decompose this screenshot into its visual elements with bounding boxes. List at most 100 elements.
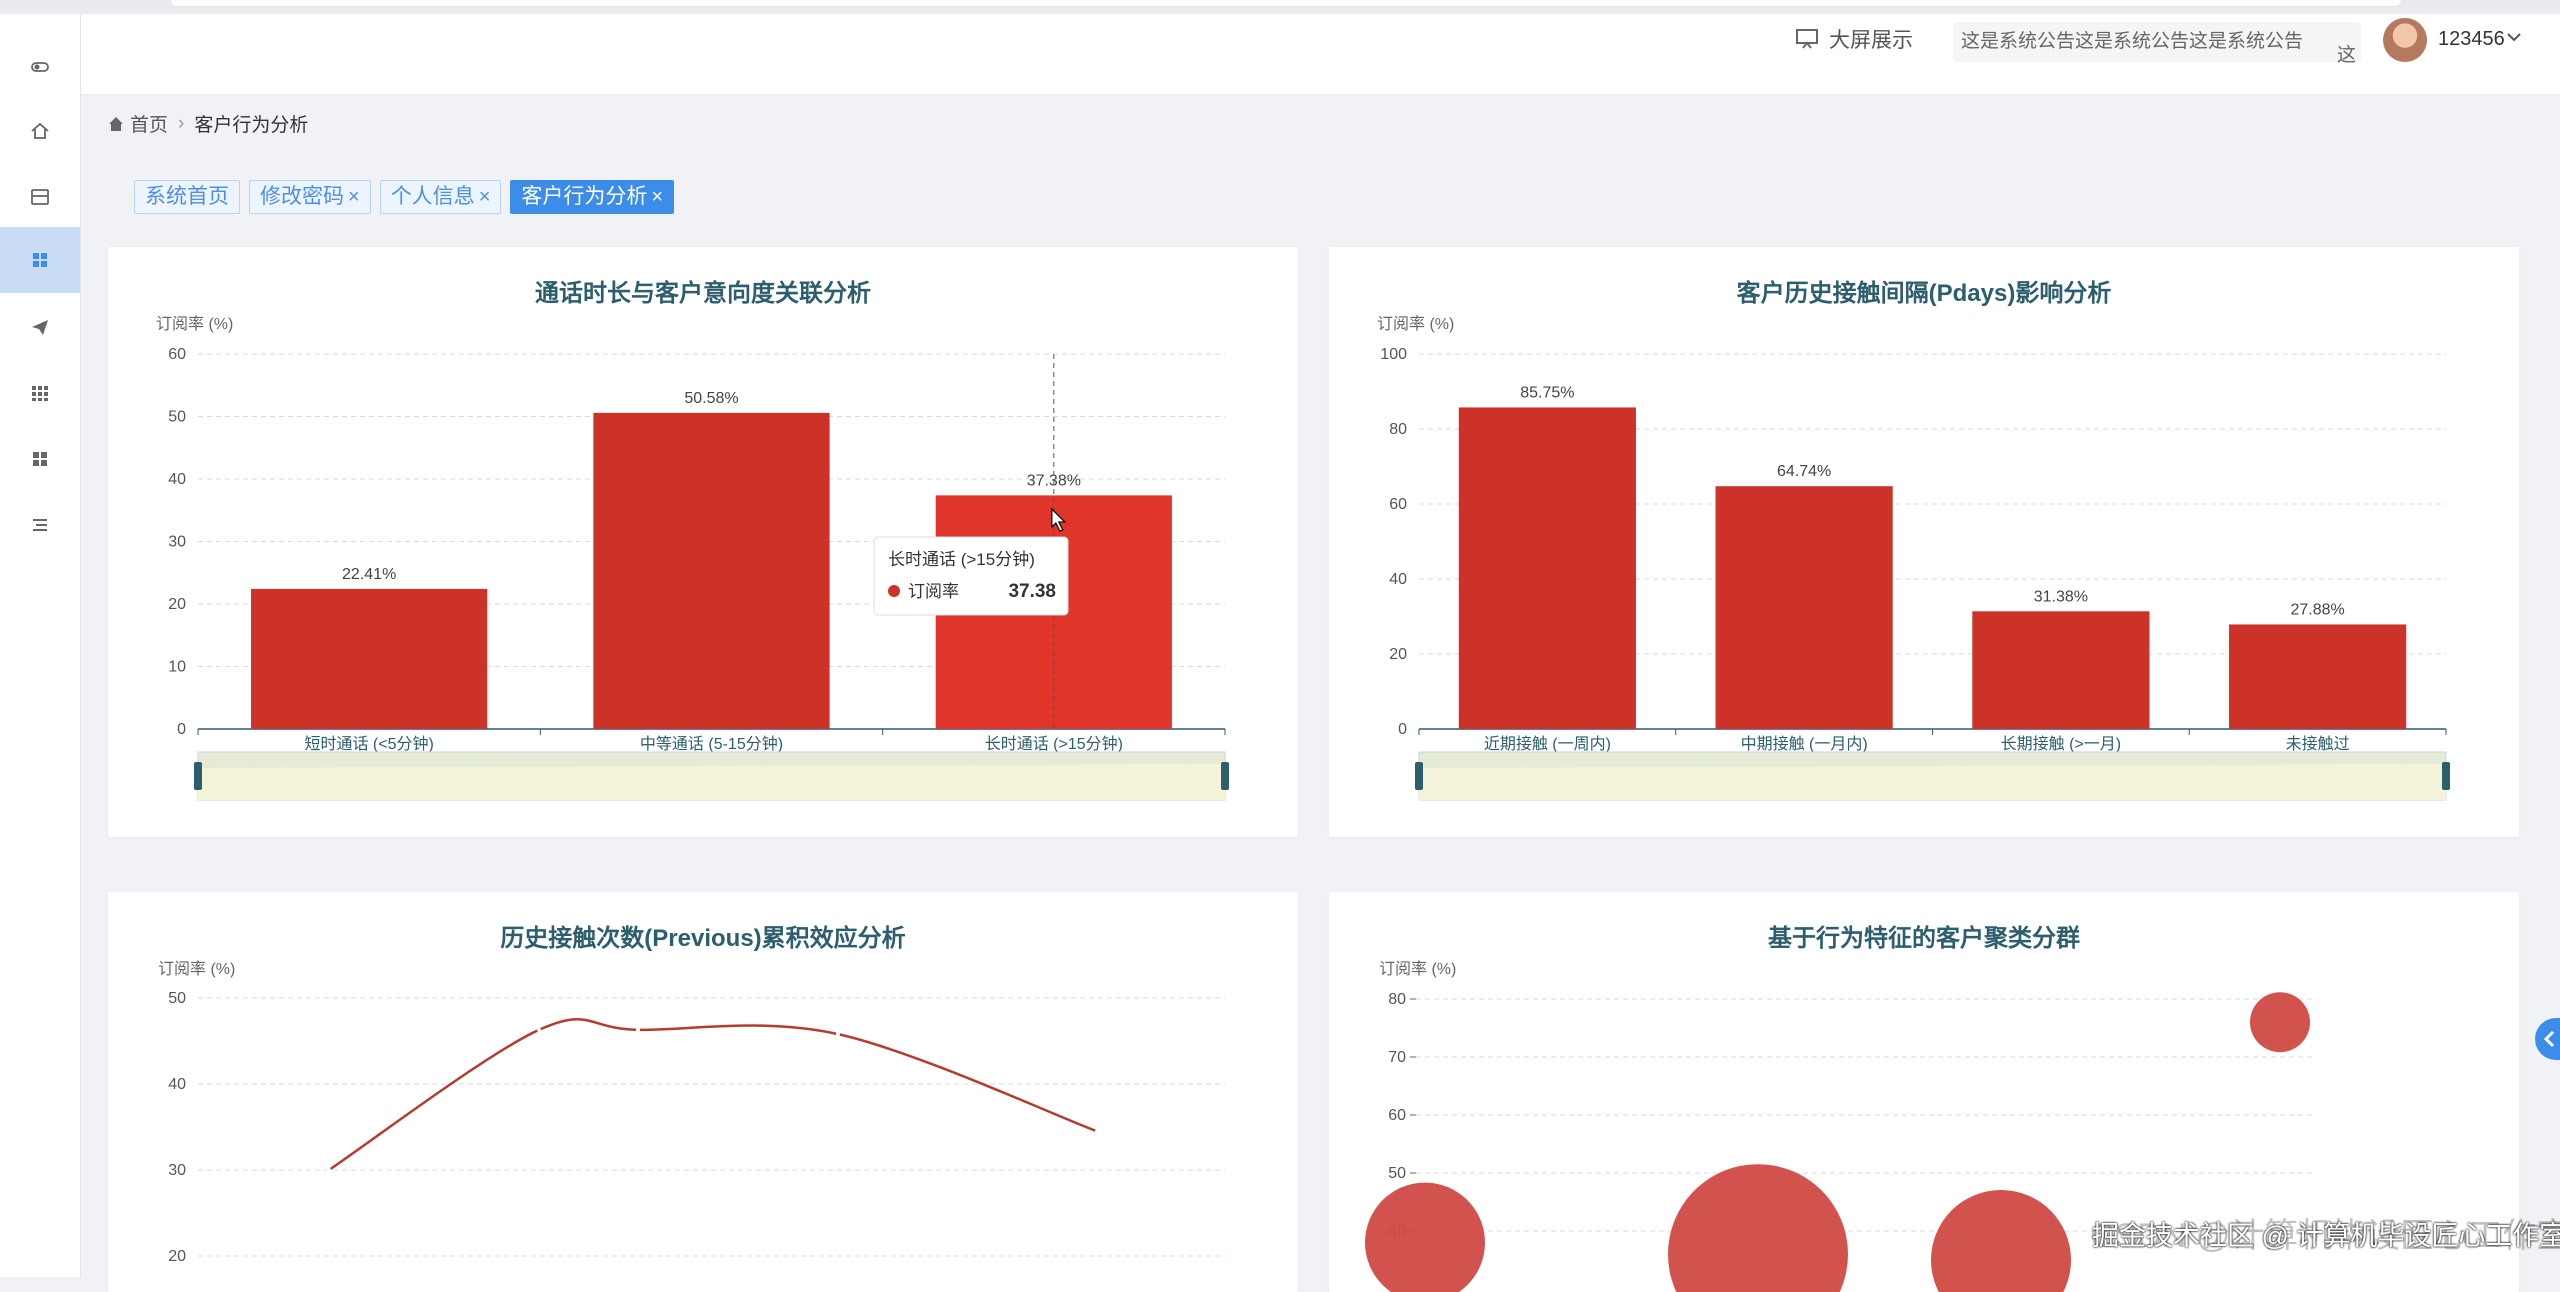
data-label: 31.38% xyxy=(2034,588,2088,605)
sidebar-item-list[interactable] xyxy=(0,492,80,558)
tab-2[interactable]: 个人信息 × xyxy=(379,180,502,214)
x-tick-label: 长期接触 (>一月) xyxy=(2001,735,2121,753)
y-tick-label: 20 xyxy=(168,1248,186,1265)
tooltip-title: 长时通话 (>15分钟) xyxy=(888,550,1035,569)
username[interactable]: 123456 xyxy=(2438,28,2505,51)
x-tick-label: 近期接触 (一周内) xyxy=(1484,735,1611,753)
watermark-secondary: 掘金技术社区 @ 计算机毕设匠心工作室 xyxy=(2092,1221,2560,1251)
previous-line-chart[interactable]: 订阅率 (%) 20 30 40 50 xyxy=(108,892,1298,1292)
y-tick-label: 70 xyxy=(1388,1049,1406,1066)
apps-icon xyxy=(33,452,47,466)
bar xyxy=(593,412,830,729)
tooltip-value: 37.38 xyxy=(1008,581,1056,602)
grid-icon xyxy=(32,386,48,401)
tooltip-marker xyxy=(888,585,900,597)
datazoom-right-handle[interactable] xyxy=(1221,762,1229,790)
x-tick-label: 中等通话 (5-15分钟) xyxy=(640,735,783,753)
sidebar-item-inbox[interactable] xyxy=(0,164,80,230)
breadcrumb-separator-icon: › xyxy=(178,112,185,134)
datazoom-preview xyxy=(198,764,1225,800)
x-tick-label: 中期接触 (一月内) xyxy=(1741,735,1868,753)
breadcrumb-current: 客户行为分析 xyxy=(194,115,309,136)
tab-1[interactable]: 修改密码 × xyxy=(249,180,371,214)
close-icon[interactable]: × xyxy=(651,181,663,213)
y-tick-label: 50 xyxy=(168,409,186,426)
sidebar-item-dashboard[interactable] xyxy=(0,227,80,293)
y-tick-label: 20 xyxy=(168,596,186,613)
y-tick-label: 30 xyxy=(168,534,186,551)
sidebar-item-grid[interactable] xyxy=(0,360,80,426)
browser-top-strip xyxy=(0,0,2560,14)
tab-0[interactable]: 系统首页 xyxy=(134,180,240,214)
home-icon xyxy=(31,122,49,139)
big-screen-link[interactable]: 大屏展示 xyxy=(1795,24,1913,54)
data-point xyxy=(1095,1129,1099,1134)
chevron-left-icon xyxy=(2543,1030,2555,1048)
tab-label: 修改密码 xyxy=(260,185,344,208)
data-label: 27.88% xyxy=(2290,601,2344,618)
cluster-bubble xyxy=(1365,1182,1485,1292)
chart-card-previous: 历史接触次数(Previous)累积效应分析 订阅率 (%) 20 30 40 50 xyxy=(108,892,1298,1292)
tooltip-series: 订阅率 xyxy=(908,582,959,601)
close-icon[interactable]: × xyxy=(348,181,360,213)
breadcrumb-home[interactable]: 首页 xyxy=(108,110,168,137)
pdays-bar-chart[interactable]: 订阅率 (%) 0 20 40 60 80 100 85.75% 近期接触 (一周内) 64.74… xyxy=(1329,247,2519,837)
datazoom-right-handle[interactable] xyxy=(2442,762,2450,790)
tab-bar: 系统首页 修改密码 × 个人信息 × 客户行为分析 × xyxy=(134,180,675,214)
x-tick-label: 未接触过 xyxy=(2286,735,2350,753)
y-axis-label: 订阅率 (%) xyxy=(156,315,233,333)
datazoom-left-handle[interactable] xyxy=(194,762,202,790)
y-tick-label: 10 xyxy=(168,659,186,676)
breadcrumb-home-label: 首页 xyxy=(130,115,169,136)
notice-tail: 这 xyxy=(2337,45,2357,66)
collapse-handle-button[interactable] xyxy=(2535,1018,2560,1060)
tab-label: 个人信息 xyxy=(390,185,475,208)
notice-text: 这是系统公告这是系统公告这是系统公告 xyxy=(1961,31,2304,52)
cluster-bubble xyxy=(2250,992,2310,1053)
sidebar-item-apps[interactable] xyxy=(0,426,80,492)
tab-label: 客户行为分析 xyxy=(521,185,648,208)
chevron-down-icon[interactable] xyxy=(2506,30,2522,44)
y-axis-label: 订阅率 (%) xyxy=(1379,960,1456,978)
sidebar-item-toggle[interactable] xyxy=(0,34,80,100)
bar xyxy=(251,588,488,729)
duration-bar-chart[interactable]: 订阅率 (%) 0 10 20 30 40 50 60 22.41% 短时通话 (<5分钟) 50.… xyxy=(108,247,1298,837)
data-point xyxy=(327,1168,331,1172)
sidebar-item-send[interactable] xyxy=(0,294,80,360)
close-icon[interactable]: × xyxy=(479,181,491,213)
data-label: 85.75% xyxy=(1520,384,1574,401)
home-icon xyxy=(109,116,123,131)
y-tick-label: 0 xyxy=(177,721,186,738)
y-tick-label: 40 xyxy=(168,471,186,488)
inbox-icon xyxy=(31,189,49,205)
y-tick-label: 40 xyxy=(168,1076,186,1093)
y-tick-label: 50 xyxy=(168,990,186,1007)
tab-label: 系统首页 xyxy=(145,185,229,208)
y-tick-label: 80 xyxy=(1388,991,1406,1008)
y-tick-label: 30 xyxy=(168,1162,186,1179)
chart-card-pdays: 客户历史接触间隔(Pdays)影响分析 订阅率 (%) 0 20 40 60 80 100 8… xyxy=(1329,247,2519,837)
list-icon xyxy=(33,519,47,531)
sidebar-item-home[interactable] xyxy=(0,98,80,164)
y-tick-label: 60 xyxy=(1389,496,1407,513)
y-tick-label: 100 xyxy=(1380,346,1407,363)
breadcrumb: 首页 › 客户行为分析 xyxy=(108,110,308,137)
bar xyxy=(2229,624,2407,729)
sidebar xyxy=(0,14,81,1277)
tooltip xyxy=(873,536,1069,616)
y-tick-label: 60 xyxy=(1388,1107,1406,1124)
data-point xyxy=(537,1027,541,1032)
bar xyxy=(1715,486,1893,729)
x-tick-label: 短时通话 (<5分钟) xyxy=(304,735,433,753)
y-tick-label: 80 xyxy=(1389,421,1407,438)
datazoom-left-handle[interactable] xyxy=(1415,762,1423,790)
y-tick-label: 60 xyxy=(168,346,186,363)
data-label: 22.41% xyxy=(342,566,396,583)
dashboard-icon xyxy=(33,253,47,267)
send-icon xyxy=(32,320,48,335)
y-axis-label: 订阅率 (%) xyxy=(158,960,235,978)
avatar[interactable] xyxy=(2383,18,2427,62)
datazoom-preview xyxy=(1419,764,2446,800)
tab-3[interactable]: 客户行为分析 × xyxy=(510,180,675,214)
system-notice: 这是系统公告这是系统公告这是系统公告 xyxy=(1953,22,2361,62)
